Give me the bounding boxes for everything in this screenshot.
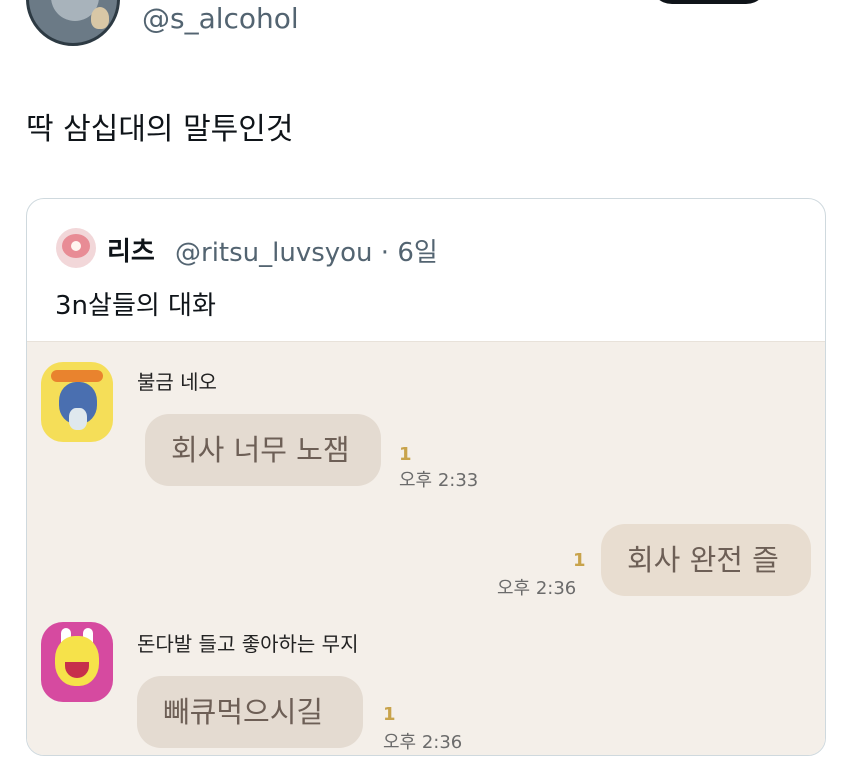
unread-count: 1 — [399, 444, 412, 465]
quoted-handle-time[interactable]: @ritsu_luvsyou · 6일 — [175, 232, 438, 269]
chat-time: 오후 2:36 — [383, 732, 463, 753]
chat-bubble-mine: 회사 완전 즐 — [601, 524, 811, 596]
chat-time: 오후 2:36 — [497, 578, 577, 599]
unread-count: 1 — [383, 704, 396, 725]
muzi-face — [55, 636, 99, 686]
quoted-avatar[interactable] — [56, 228, 96, 268]
tweet-text: 딱 삼십대의 말투인것 — [26, 112, 294, 147]
unread-count: 1 — [573, 550, 586, 571]
friday-tag — [51, 370, 103, 382]
quoted-text: 3n살들의 대화 — [55, 291, 216, 321]
follow-button[interactable] — [650, 0, 768, 4]
avatar-bird — [91, 7, 109, 29]
chat-screenshot[interactable]: 불금 네오 회사 너무 노잼 1 오후 2:33 1 오후 2:36 회사 완전… — [27, 341, 825, 755]
muzi-profile-icon — [41, 622, 113, 702]
neo-belly — [69, 408, 87, 430]
chat-time: 오후 2:33 — [399, 470, 479, 491]
chat-bubble: 회사 너무 노잼 — [145, 414, 381, 486]
chat-sender-name: 돈다발 들고 좋아하는 무지 — [137, 632, 359, 656]
chat-bubble: 빼큐먹으시길 — [137, 676, 363, 748]
quoted-tweet[interactable]: 리츠 @ritsu_luvsyou · 6일 3n살들의 대화 불금 네오 회사… — [26, 198, 826, 756]
neo-profile-icon — [41, 362, 113, 442]
author-avatar[interactable] — [26, 0, 120, 46]
chat-sender-name: 불금 네오 — [137, 370, 217, 394]
quoted-display-name[interactable]: 리츠 — [107, 231, 155, 268]
author-handle[interactable]: @s_alcohol — [142, 2, 299, 35]
flower-center — [71, 241, 81, 251]
